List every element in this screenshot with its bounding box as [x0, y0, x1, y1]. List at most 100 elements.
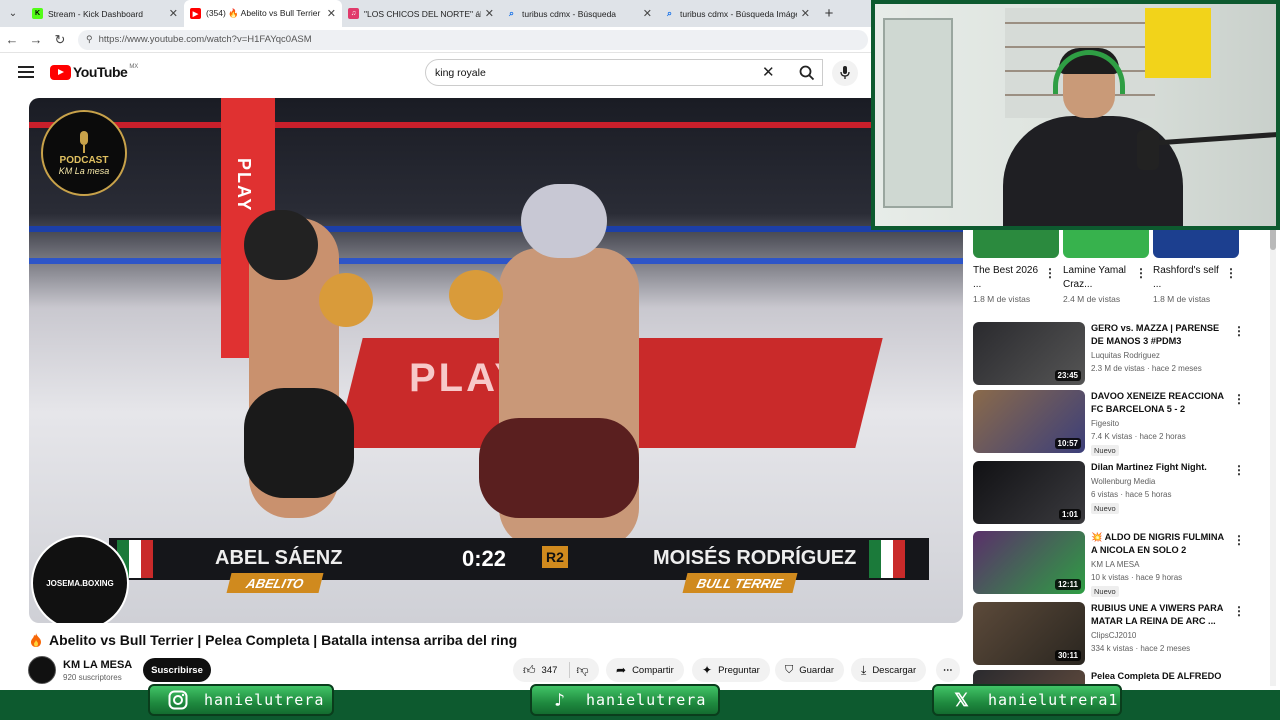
- channel-name[interactable]: KM LA MESA: [63, 659, 132, 671]
- subscribe-button[interactable]: Suscribirse: [143, 658, 211, 682]
- webcam-background-poster: [1145, 8, 1211, 78]
- download-button[interactable]: ⤓ Descargar: [851, 658, 927, 682]
- video-title: Abelito vs Bull Terrier | Pelea Completa…: [49, 632, 518, 648]
- more-vertical-icon[interactable]: ⋮: [1233, 392, 1245, 406]
- share-button[interactable]: ➦ Compartir: [606, 658, 684, 682]
- close-icon[interactable]: ✕: [327, 7, 336, 20]
- fighter-right-name: MOISÉS RODRÍGUEZ: [653, 547, 857, 569]
- download-icon: ⤓: [861, 662, 867, 677]
- list-item[interactable]: 10:57 DAVOO XENEIZE REACCIONA FC BARCELO…: [973, 390, 1245, 456]
- list-item[interactable]: 1:01 Dilan Martinez Fight Night. Wollenb…: [973, 461, 1245, 525]
- shorts-shelf: The Best 2026 ... 1.8 M de vistas ⋮ Lami…: [970, 226, 1242, 310]
- more-vertical-icon[interactable]: ⋮: [1233, 604, 1245, 618]
- webcam-overlay: [871, 0, 1280, 230]
- more-vertical-icon[interactable]: ⋮: [1044, 266, 1056, 280]
- ring-post-sponsor: PLAY: [234, 158, 254, 213]
- reload-icon[interactable]: ↻: [48, 28, 72, 52]
- new-badge: Nuevo: [1091, 445, 1119, 456]
- video-thumbnail[interactable]: 1:01: [973, 461, 1085, 524]
- close-icon[interactable]: ✕: [801, 7, 810, 20]
- divider: [569, 662, 571, 678]
- close-icon[interactable]: ✕: [643, 7, 652, 20]
- video-player[interactable]: PLAY PLAYDOIT PODCAST KM La mesa ABEL SÁ…: [29, 98, 963, 623]
- list-item[interactable]: 30:11 RUBIUS UNE A VIWERS PARA MATAR LA …: [973, 602, 1245, 666]
- search-button[interactable]: [790, 59, 824, 86]
- new-tab-button[interactable]: +: [816, 0, 842, 27]
- fighter-right-hair: [521, 184, 607, 258]
- search-icon: [799, 65, 815, 80]
- music-icon: ♫: [348, 8, 359, 19]
- short-item[interactable]: Lamine Yamal Craz... 2.4 M de vistas: [1063, 226, 1149, 304]
- short-thumbnail[interactable]: [1063, 226, 1149, 258]
- podcast-logo: PODCAST KM La mesa: [41, 110, 127, 196]
- social-tiktok: ♪ hanielutrera: [530, 684, 720, 716]
- like-button[interactable]: 👍︎ 347 👎︎: [513, 658, 599, 682]
- short-item[interactable]: The Best 2026 ... 1.8 M de vistas: [973, 226, 1059, 304]
- more-vertical-icon[interactable]: ⋮: [1135, 266, 1147, 280]
- site-info-icon[interactable]: ⚲: [86, 34, 93, 45]
- microphone-icon: [1137, 130, 1159, 170]
- close-icon[interactable]: ✕: [485, 7, 494, 20]
- duration-badge: 30:11: [1054, 650, 1081, 661]
- social-instagram: hanielutrera: [148, 684, 334, 716]
- fighter-left-shorts: [244, 388, 354, 498]
- new-badge: Nuevo: [1091, 503, 1119, 514]
- tab-kick-dashboard[interactable]: K Stream - Kick Dashboard ✕: [26, 0, 184, 27]
- youtube-icon: ▶: [190, 8, 201, 19]
- sparkle-icon: ✦: [702, 663, 713, 677]
- url-field[interactable]: ⚲ https://www.youtube.com/watch?v=H1FAYq…: [78, 29, 868, 50]
- video-thumbnail[interactable]: 23:45: [973, 322, 1085, 385]
- more-vertical-icon[interactable]: ⋮: [1225, 266, 1237, 280]
- x-icon: 𝕏: [954, 689, 970, 711]
- more-actions-button[interactable]: ⋯: [936, 658, 960, 682]
- duration-badge: 12:11: [1054, 579, 1081, 590]
- video-thumbnail[interactable]: 10:57: [973, 390, 1085, 453]
- youtube-logo[interactable]: YouTube MX: [50, 64, 138, 80]
- ring-rope: [29, 258, 963, 264]
- page-scrollbar[interactable]: [1270, 226, 1276, 686]
- thumbs-up-icon: 👍︎: [523, 662, 536, 677]
- kick-icon: K: [32, 8, 43, 19]
- list-item[interactable]: 23:45 GERO vs. MAZZA | PARENSE DE MANOS …: [973, 322, 1245, 386]
- webcam-background-door: [883, 18, 953, 208]
- fighter-right-shorts: [479, 418, 639, 518]
- voice-search-button[interactable]: [832, 60, 858, 86]
- more-vertical-icon[interactable]: ⋮: [1233, 463, 1245, 477]
- short-thumbnail[interactable]: [973, 226, 1059, 258]
- fighter-right-nickname: BULL TERRIE: [682, 573, 798, 593]
- josema-boxing-logo: JOSEMA.BOXING: [31, 535, 129, 623]
- duration-badge: 10:57: [1054, 438, 1081, 449]
- short-item[interactable]: Rashford's self ... 1.8 M de vistas: [1153, 226, 1239, 304]
- forward-arrow-icon[interactable]: →: [24, 28, 48, 52]
- tab-los-chicos-del-norte[interactable]: ♫ "LOS CHICOS DEL NORTE" álbum d ✕: [342, 0, 500, 27]
- back-arrow-icon[interactable]: ←: [0, 28, 24, 52]
- share-icon: ➦: [616, 663, 627, 677]
- clear-search-icon[interactable]: ✕: [762, 63, 775, 81]
- search-icon: ⌕: [508, 8, 515, 18]
- subscriber-count: 920 suscriptores: [63, 673, 122, 682]
- tab-turibus-search[interactable]: ⌕ turibus cdmx - Búsqueda ✕: [500, 0, 658, 27]
- fighter-left-head: [244, 210, 318, 280]
- new-badge: Nuevo: [1091, 586, 1119, 597]
- ask-button[interactable]: ✦ Preguntar: [692, 658, 770, 682]
- list-item[interactable]: 12:11 💥 ALDO DE NIGRIS FULMINA A NICOLA …: [973, 531, 1245, 597]
- fighter-left-nickname: ABELITO: [226, 573, 324, 593]
- thumbs-down-icon[interactable]: 👎︎: [576, 663, 588, 678]
- tab-youtube-video[interactable]: ▶ (354) 🔥 Abelito vs Bull Terrier | Pe ✕: [184, 0, 342, 27]
- channel-avatar[interactable]: [28, 656, 56, 684]
- x-handle: hanielutrera1: [988, 691, 1119, 709]
- more-vertical-icon[interactable]: ⋮: [1233, 533, 1245, 547]
- video-thumbnail[interactable]: 30:11: [973, 602, 1085, 665]
- tab-search-chevron-icon[interactable]: ⌄: [0, 0, 26, 27]
- duration-badge: 23:45: [1054, 370, 1081, 381]
- tab-turibus-images[interactable]: ⌕ turibus cdmx - Búsqueda Imágene ✕: [658, 0, 816, 27]
- round-indicator: R2: [542, 546, 568, 568]
- video-thumbnail[interactable]: 12:11: [973, 531, 1085, 594]
- menu-icon[interactable]: [18, 66, 34, 78]
- short-thumbnail[interactable]: [1153, 226, 1239, 258]
- save-button[interactable]: ⛉ Guardar: [775, 658, 845, 682]
- round-timer: 0:22: [462, 546, 507, 571]
- search-icon: ⌕: [666, 8, 673, 18]
- more-vertical-icon[interactable]: ⋮: [1233, 324, 1245, 338]
- close-icon[interactable]: ✕: [169, 7, 178, 20]
